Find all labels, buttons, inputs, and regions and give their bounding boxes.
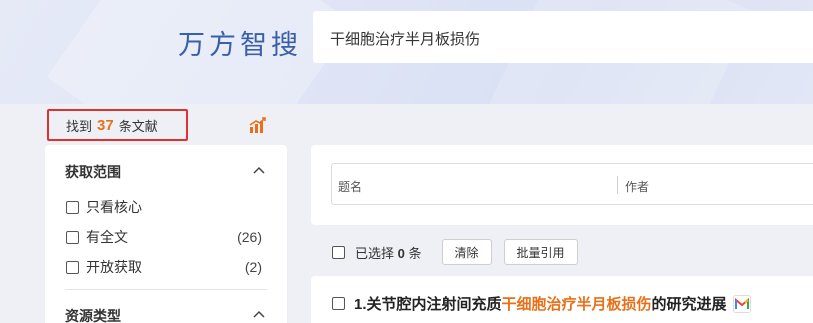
filter-option-core[interactable]: 只看核心 bbox=[66, 197, 262, 217]
filter-option-count: (26) bbox=[237, 229, 262, 245]
clear-button[interactable]: 清除 bbox=[441, 239, 492, 265]
author-field[interactable]: 作者 bbox=[625, 178, 649, 195]
chevron-up-icon[interactable] bbox=[253, 166, 265, 174]
result-checkbox[interactable] bbox=[332, 297, 345, 310]
filter-option-full-text[interactable]: 有全文 (26) bbox=[66, 227, 262, 247]
filter-option-label: 开放获取 bbox=[86, 259, 142, 275]
divider bbox=[65, 289, 267, 290]
search-input[interactable]: 干细胞治疗半月板损伤 bbox=[313, 11, 813, 63]
result-item: 1.关节腔内注射间充质 干细胞治疗半月板损伤 的研究进展 bbox=[311, 276, 813, 323]
title-field[interactable]: 题名 bbox=[338, 178, 362, 195]
select-all-checkbox[interactable] bbox=[332, 245, 345, 259]
field-row: 题名 作者 bbox=[331, 163, 813, 205]
result-count-number: 37 bbox=[97, 116, 114, 134]
checkbox[interactable] bbox=[66, 260, 79, 274]
header-banner: 万方智搜 干细胞治疗半月板损伤 bbox=[0, 0, 813, 104]
filter-title-access-range: 获取范围 bbox=[65, 164, 121, 180]
result-count-suffix: 条文献 bbox=[118, 118, 158, 134]
selected-count-text: 已选择 0 条 bbox=[355, 245, 422, 261]
result-title[interactable]: 1.关节腔内注射间充质 干细胞治疗半月板损伤 的研究进展 bbox=[332, 293, 751, 314]
checkbox[interactable] bbox=[66, 230, 79, 244]
advanced-search-fields: 题名 作者 bbox=[311, 145, 813, 225]
result-count: 找到 37 条文献 bbox=[47, 109, 188, 141]
result-toolbar: 已选择 0 条 清除 批量引用 bbox=[332, 238, 590, 266]
site-logo[interactable]: 万方智搜 bbox=[178, 23, 302, 62]
selected-count: 0 bbox=[397, 245, 405, 261]
filter-option-label: 有全文 bbox=[86, 229, 128, 245]
filter-option-label: 只看核心 bbox=[86, 199, 142, 215]
batch-cite-button[interactable]: 批量引用 bbox=[503, 239, 578, 265]
page: 万方智搜 干细胞治疗半月板损伤 找到 37 条文献 获取范围 只看核心 有全文 … bbox=[0, 0, 813, 323]
result-count-prefix: 找到 bbox=[66, 118, 93, 134]
filter-panel: 获取范围 只看核心 有全文 (26) 开放获取 (2) 资源类型 bbox=[45, 145, 287, 323]
search-query-text[interactable]: 干细胞治疗半月板损伤 bbox=[330, 28, 480, 49]
filter-option-open-access[interactable]: 开放获取 (2) bbox=[66, 257, 262, 277]
filter-option-count: (2) bbox=[244, 259, 262, 275]
field-separator bbox=[617, 176, 618, 194]
keyword-highlight[interactable]: 干细胞治疗半月板损伤 bbox=[502, 293, 652, 314]
filter-title-resource-type: 资源类型 bbox=[65, 308, 121, 323]
chevron-up-icon[interactable] bbox=[253, 310, 265, 318]
bar-chart-icon[interactable] bbox=[249, 117, 267, 133]
gmail-m-icon[interactable] bbox=[732, 294, 751, 313]
checkbox[interactable] bbox=[66, 200, 79, 214]
